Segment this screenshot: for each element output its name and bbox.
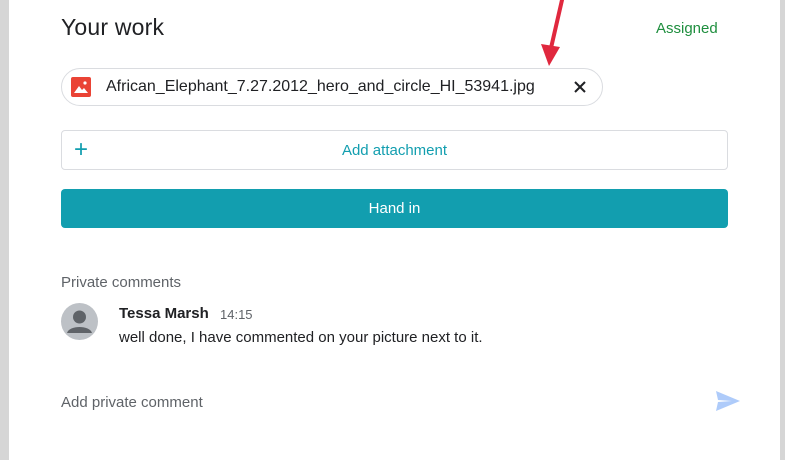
avatar	[61, 303, 98, 340]
add-private-comment-input[interactable]	[61, 392, 681, 412]
attachment-file-name[interactable]: African_Elephant_7.27.2012_hero_and_circ…	[106, 78, 535, 96]
add-attachment-label: Add attachment	[341, 142, 448, 159]
attachment-chip[interactable]: African_Elephant_7.27.2012_hero_and_circ…	[61, 68, 603, 106]
comment-author: Tessa Marsh	[119, 305, 209, 322]
page-title: Your work	[61, 14, 165, 40]
add-attachment-button[interactable]: + Add attachment	[61, 130, 728, 170]
image-file-icon	[71, 77, 91, 97]
hand-in-button[interactable]: Hand in	[61, 189, 728, 228]
private-comments-heading: Private comments	[61, 274, 182, 291]
comment-text: well done, I have commented on your pict…	[119, 329, 483, 346]
your-work-panel: Your work Assigned African_Elephant_7.27…	[9, 0, 780, 460]
status-label: Assigned	[656, 20, 718, 37]
comment-timestamp: 14:15	[220, 307, 253, 322]
red-arrow-icon	[541, 0, 564, 66]
send-icon[interactable]	[714, 389, 742, 413]
close-icon[interactable]	[570, 77, 590, 97]
